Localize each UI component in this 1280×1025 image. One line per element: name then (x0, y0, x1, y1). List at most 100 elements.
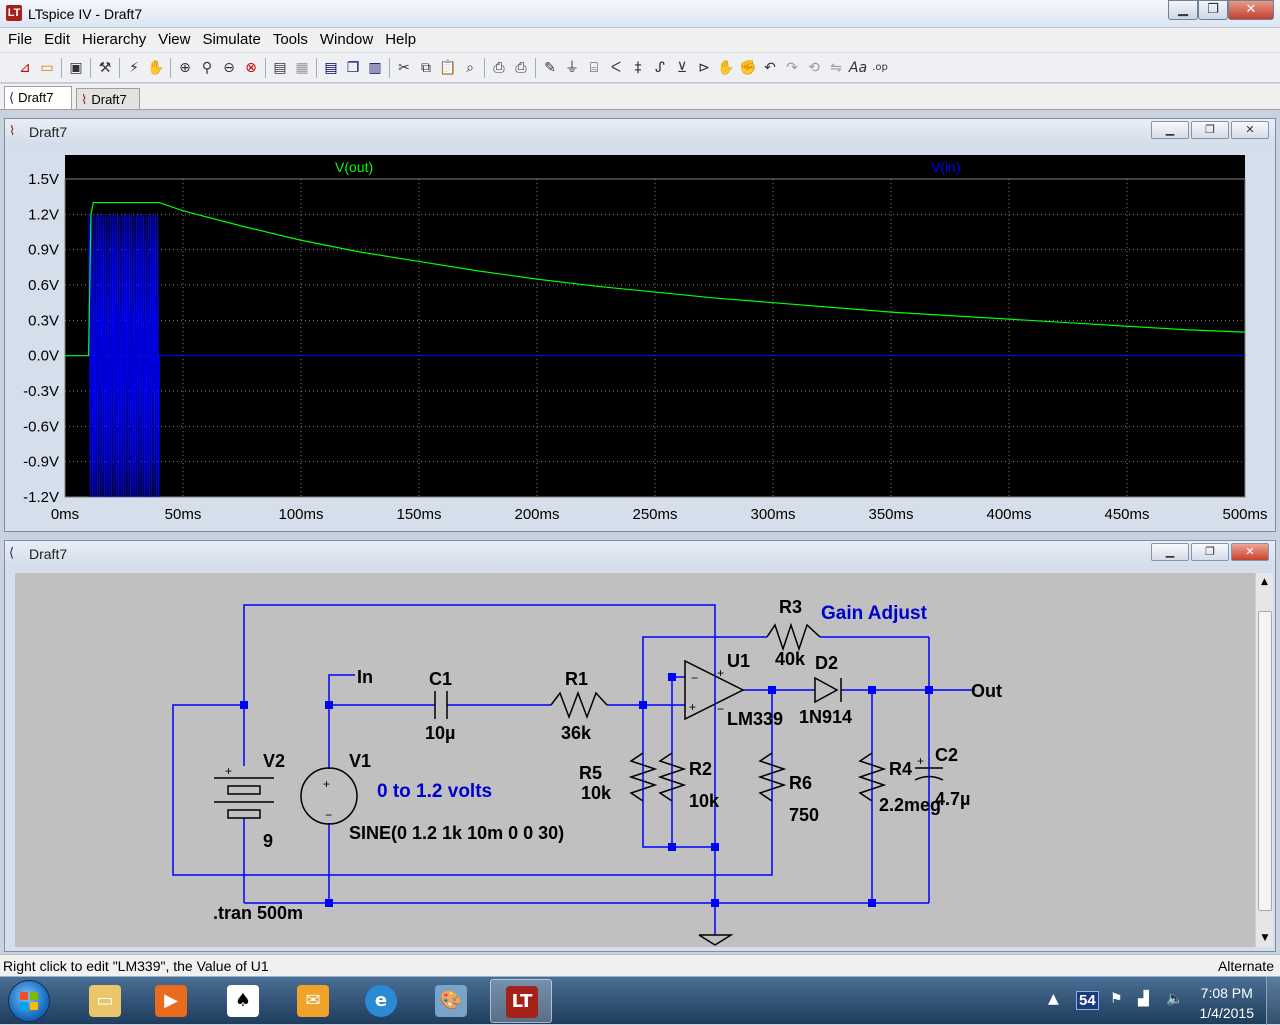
spice-directive-icon[interactable]: .op (869, 57, 891, 79)
new-schematic-icon[interactable]: ⊿ (14, 57, 36, 79)
v2-value[interactable]: 9 (263, 831, 273, 851)
tray-badge[interactable]: 54 (1076, 991, 1099, 1010)
halt-icon[interactable]: ✋ (145, 57, 167, 79)
text-icon[interactable]: Aa (847, 57, 869, 79)
v2-ref[interactable]: V2 (263, 751, 285, 771)
minimize-icon[interactable]: ▁ (1168, 0, 1198, 20)
save-icon[interactable]: ▣ (65, 57, 87, 79)
move-icon[interactable]: ✋ (715, 57, 737, 79)
d2-ref[interactable]: D2 (815, 653, 838, 673)
find-icon[interactable]: ⌕ (459, 57, 481, 79)
menu-hierarchy[interactable]: Hierarchy (76, 28, 152, 52)
r6-value[interactable]: 750 (789, 805, 819, 825)
close-icon[interactable]: ✕ (1231, 121, 1269, 139)
ground-icon[interactable]: ⏚ (561, 57, 583, 79)
u1-ref[interactable]: U1 (727, 651, 750, 671)
c2-value[interactable]: 4.7µ (935, 789, 970, 809)
zoom-out-icon[interactable]: ⊖ (218, 57, 240, 79)
r3-value[interactable]: 40k (775, 649, 806, 669)
cut-icon[interactable]: ✂ (393, 57, 415, 79)
scroll-down-icon[interactable]: ▼ (1256, 929, 1274, 947)
paste-icon[interactable]: 📋 (437, 57, 459, 79)
restore-icon[interactable]: ❐ (1198, 0, 1228, 20)
c1-ref[interactable]: C1 (429, 669, 452, 689)
mirror-icon[interactable]: ⇋ (825, 57, 847, 79)
scroll-thumb[interactable] (1258, 611, 1272, 911)
tile-vertical-icon[interactable]: ▥ (364, 57, 386, 79)
inductor-icon[interactable]: ᔑ (649, 57, 671, 79)
menu-tools[interactable]: Tools (267, 28, 314, 52)
taskbar-paint[interactable]: 🎨 (420, 979, 482, 1023)
drag-icon[interactable]: ✊ (737, 57, 759, 79)
taskbar-ltspice[interactable]: LT (490, 979, 552, 1023)
menu-file[interactable]: File (2, 28, 38, 52)
close-icon[interactable]: ✕ (1228, 0, 1274, 20)
r2-value[interactable]: 10k (689, 791, 720, 811)
menu-window[interactable]: Window (314, 28, 379, 52)
tile-horizontal-icon[interactable]: ▤ (320, 57, 342, 79)
print-preview-icon[interactable]: ⎙ (488, 57, 510, 79)
menu-help[interactable]: Help (379, 28, 422, 52)
autorange-icon[interactable]: ▤ (269, 57, 291, 79)
taskbar-internet-explorer[interactable]: e (350, 979, 412, 1023)
trace-label-vout[interactable]: V(out) (335, 159, 373, 175)
start-button[interactable] (8, 980, 50, 1022)
d2-value[interactable]: 1N914 (799, 707, 852, 727)
menu-simulate[interactable]: Simulate (196, 28, 266, 52)
u1-value[interactable]: LM339 (727, 709, 783, 729)
c2-ref[interactable]: C2 (935, 745, 958, 765)
run-icon[interactable]: ⚡ (123, 57, 145, 79)
show-hidden-icons-icon[interactable]: ▲ (1048, 991, 1059, 1007)
restore-icon[interactable]: ❐ (1191, 121, 1229, 139)
minimize-icon[interactable]: ▁ (1151, 121, 1189, 139)
action-center-flag-icon[interactable]: ⚑ (1110, 991, 1123, 1007)
diode-icon[interactable]: ⊻ (671, 57, 693, 79)
zoom-in-icon[interactable]: ⊕ (174, 57, 196, 79)
clock[interactable]: 7:08 PM 1/4/2015 (1200, 983, 1255, 1023)
v1-range-note[interactable]: 0 to 1.2 volts (377, 781, 492, 802)
c1-value[interactable]: 10µ (425, 723, 455, 743)
close-icon[interactable]: ✕ (1231, 543, 1269, 561)
minimize-icon[interactable]: ▁ (1151, 543, 1189, 561)
schematic-canvas[interactable]: + + − − + + − + R3 40k U1 LM339 D2 1N914… (15, 573, 1273, 947)
waveform-plot[interactable]: -1.2V -0.9V -0.6V -0.3V 0.0V 0.3V 0.6V 0.9V 1.2V… (15, 155, 1273, 531)
menu-edit[interactable]: Edit (38, 28, 76, 52)
trace-label-vin[interactable]: V(in) (931, 159, 961, 175)
tab-schematic[interactable]: ⟨ Draft7 (4, 86, 72, 109)
r5-ref[interactable]: R5 (579, 763, 602, 783)
net-label-in[interactable]: In (357, 667, 373, 687)
vertical-scrollbar[interactable]: ▲ ▼ (1255, 573, 1273, 947)
taskbar-outlook[interactable]: ✉ (282, 979, 344, 1023)
tran-directive[interactable]: .tran 500m (213, 903, 303, 923)
component-icon[interactable]: ⊳ (693, 57, 715, 79)
copy-icon[interactable]: ⧉ (415, 57, 437, 79)
gain-adjust-note[interactable]: Gain Adjust (821, 603, 928, 624)
r5-value[interactable]: 10k (581, 783, 612, 803)
taskbar-explorer[interactable]: ▭ (74, 979, 136, 1023)
v1-ref[interactable]: V1 (349, 751, 371, 771)
menu-view[interactable]: View (152, 28, 196, 52)
print-icon[interactable]: ⎙ (510, 57, 532, 79)
undo-icon[interactable]: ↶ (759, 57, 781, 79)
zoom-cancel-icon[interactable]: ⊗ (240, 57, 262, 79)
zoom-area-icon[interactable]: ⚲ (196, 57, 218, 79)
r6-ref[interactable]: R6 (789, 773, 812, 793)
r2-ref[interactable]: R2 (689, 759, 712, 779)
taskbar-solitaire[interactable]: ♠ (212, 979, 274, 1023)
r1-ref[interactable]: R1 (565, 669, 588, 689)
network-icon[interactable]: ▟ (1138, 991, 1149, 1007)
restore-icon[interactable]: ❐ (1191, 543, 1229, 561)
redo-icon[interactable]: ↷ (781, 57, 803, 79)
show-desktop-button[interactable] (1266, 977, 1280, 1025)
taskbar-media-player[interactable]: ▶ (140, 979, 202, 1023)
capacitor-icon[interactable]: ‡ (627, 57, 649, 79)
grid-icon[interactable]: ▦ (291, 57, 313, 79)
scroll-up-icon[interactable]: ▲ (1256, 573, 1273, 591)
cascade-icon[interactable]: ❐ (342, 57, 364, 79)
v1-value[interactable]: SINE(0 1.2 1k 10m 0 0 30) (349, 823, 564, 843)
control-panel-icon[interactable]: ⚒ (94, 57, 116, 79)
open-icon[interactable]: ▭ (36, 57, 58, 79)
volume-icon[interactable]: 🔈 (1166, 991, 1183, 1007)
r4-ref[interactable]: R4 (889, 759, 912, 779)
net-label-out[interactable]: Out (971, 681, 1002, 701)
